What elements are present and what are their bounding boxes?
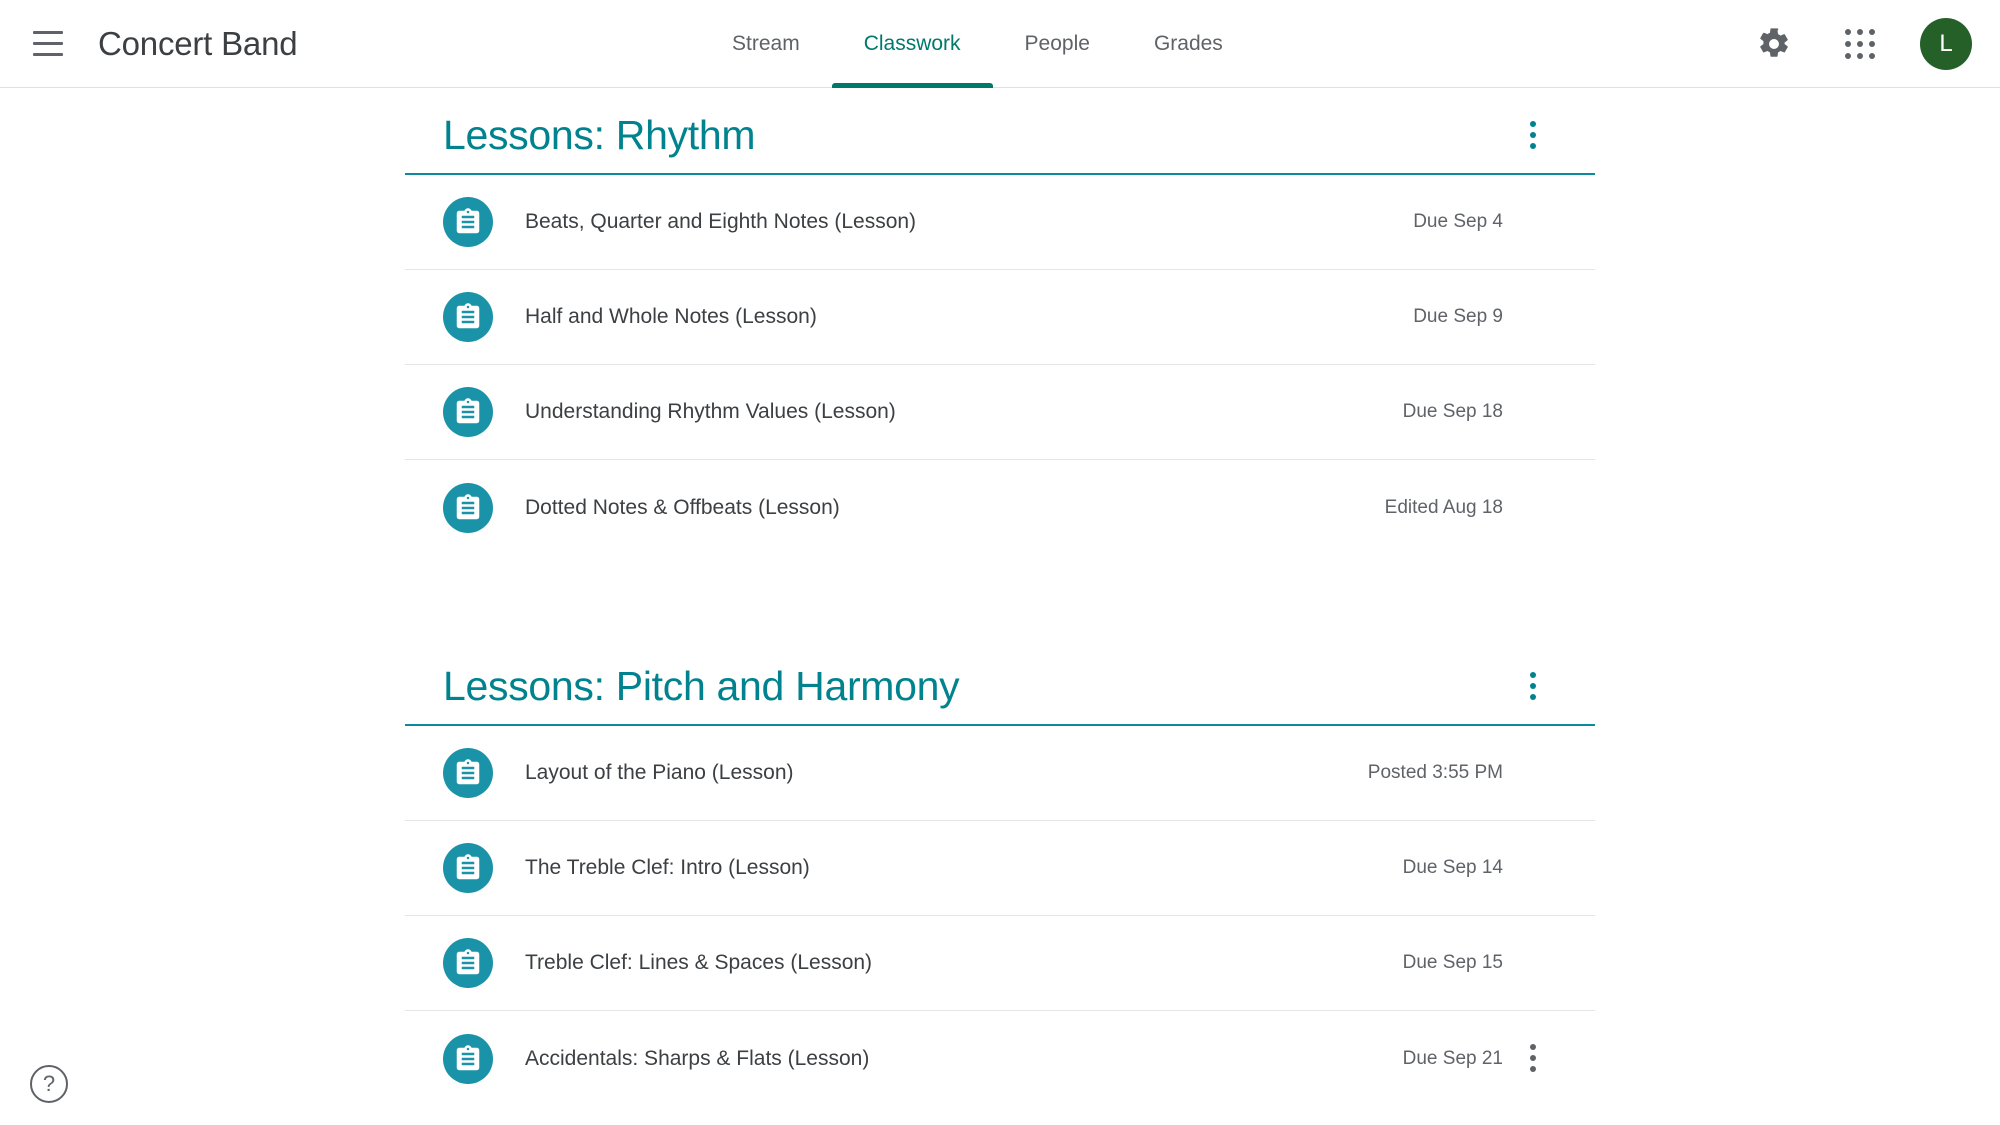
app-bar-actions: L bbox=[1748, 0, 1972, 88]
tab-stream[interactable]: Stream bbox=[700, 0, 832, 88]
assignment-icon bbox=[443, 387, 493, 438]
classwork-due-date: Due Sep 21 bbox=[1402, 1047, 1503, 1069]
topic-options-icon[interactable] bbox=[1511, 113, 1555, 157]
classwork-title: Treble Clef: Lines & Spaces (Lesson) bbox=[525, 951, 873, 975]
topic-spacer bbox=[405, 579, 1595, 663]
hamburger-line bbox=[33, 42, 63, 45]
classwork-options-icon[interactable] bbox=[1511, 1036, 1555, 1080]
classwork-due-date: Due Sep 15 bbox=[1402, 952, 1503, 974]
classwork-title: Dotted Notes & Offbeats (Lesson) bbox=[525, 495, 840, 519]
hamburger-line bbox=[33, 31, 63, 34]
assignment-icon bbox=[443, 843, 493, 894]
classwork-due-date: Due Sep 18 bbox=[1402, 401, 1503, 423]
classwork-title: Layout of the Piano (Lesson) bbox=[525, 761, 794, 785]
assignment-icon bbox=[443, 482, 493, 533]
classwork-due-date: Due Sep 9 bbox=[1413, 306, 1503, 328]
classwork-row[interactable]: Accidentals: Sharps & Flats (Lesson) Due… bbox=[405, 1011, 1595, 1106]
apps-grid-icon[interactable] bbox=[1834, 18, 1886, 70]
assignment-icon bbox=[443, 197, 493, 248]
topic-header: Lessons: Rhythm bbox=[405, 112, 1595, 176]
classwork-due-date: Due Sep 14 bbox=[1402, 857, 1503, 879]
classwork-title: Accidentals: Sharps & Flats (Lesson) bbox=[525, 1046, 870, 1070]
classwork-row[interactable]: Layout of the Piano (Lesson) Posted 3:55… bbox=[405, 726, 1595, 822]
classwork-row[interactable]: Treble Clef: Lines & Spaces (Lesson) Due… bbox=[405, 916, 1595, 1012]
classwork-content: Lessons: Rhythm Beats, Quarter and Eight… bbox=[0, 88, 2000, 1125]
classwork-row[interactable]: Half and Whole Notes (Lesson) Due Sep 9 bbox=[405, 270, 1595, 366]
tab-classwork[interactable]: Classwork bbox=[831, 0, 993, 88]
tab-people[interactable]: People bbox=[993, 0, 1122, 88]
classwork-row[interactable]: Dotted Notes & Offbeats (Lesson) Edited … bbox=[405, 460, 1595, 555]
hamburger-menu-icon[interactable] bbox=[18, 14, 78, 74]
app-bar: Concert Band Stream Classwork People Gra… bbox=[0, 0, 2000, 88]
topic-section: Lessons: Pitch and Harmony Layout of the… bbox=[405, 663, 1595, 1106]
classwork-title: The Treble Clef: Intro (Lesson) bbox=[525, 856, 810, 880]
assignment-icon bbox=[443, 292, 493, 343]
topic-options-icon[interactable] bbox=[1511, 664, 1555, 708]
classwork-due-date: Due Sep 4 bbox=[1413, 211, 1503, 233]
topic-section: Lessons: Rhythm Beats, Quarter and Eight… bbox=[405, 112, 1595, 555]
assignment-icon bbox=[443, 748, 493, 799]
topic-title[interactable]: Lessons: Rhythm bbox=[443, 112, 756, 159]
classwork-edited-date: Edited Aug 18 bbox=[1384, 496, 1503, 518]
course-title[interactable]: Concert Band bbox=[98, 25, 298, 63]
classwork-title: Understanding Rhythm Values (Lesson) bbox=[525, 400, 896, 424]
classwork-posted-time: Posted 3:55 PM bbox=[1367, 762, 1503, 784]
apps-grid-dots bbox=[1845, 29, 1875, 59]
help-icon[interactable]: ? bbox=[30, 1065, 68, 1103]
classwork-title: Half and Whole Notes (Lesson) bbox=[525, 305, 817, 329]
classwork-row[interactable]: The Treble Clef: Intro (Lesson) Due Sep … bbox=[405, 821, 1595, 917]
assignment-icon bbox=[443, 1033, 493, 1084]
avatar[interactable]: L bbox=[1920, 18, 1972, 70]
classwork-column: Lessons: Rhythm Beats, Quarter and Eight… bbox=[405, 88, 1595, 1106]
topic-title[interactable]: Lessons: Pitch and Harmony bbox=[443, 663, 960, 710]
hamburger-line bbox=[33, 53, 63, 56]
assignment-icon bbox=[443, 938, 493, 989]
classwork-title: Beats, Quarter and Eighth Notes (Lesson) bbox=[525, 210, 917, 234]
classwork-row[interactable]: Beats, Quarter and Eighth Notes (Lesson)… bbox=[405, 175, 1595, 271]
class-nav-tabs: Stream Classwork People Grades bbox=[700, 0, 1255, 88]
classwork-row[interactable]: Understanding Rhythm Values (Lesson) Due… bbox=[405, 365, 1595, 461]
settings-gear-icon[interactable] bbox=[1748, 18, 1800, 70]
tab-grades[interactable]: Grades bbox=[1122, 0, 1255, 88]
topic-header: Lessons: Pitch and Harmony bbox=[405, 663, 1595, 727]
